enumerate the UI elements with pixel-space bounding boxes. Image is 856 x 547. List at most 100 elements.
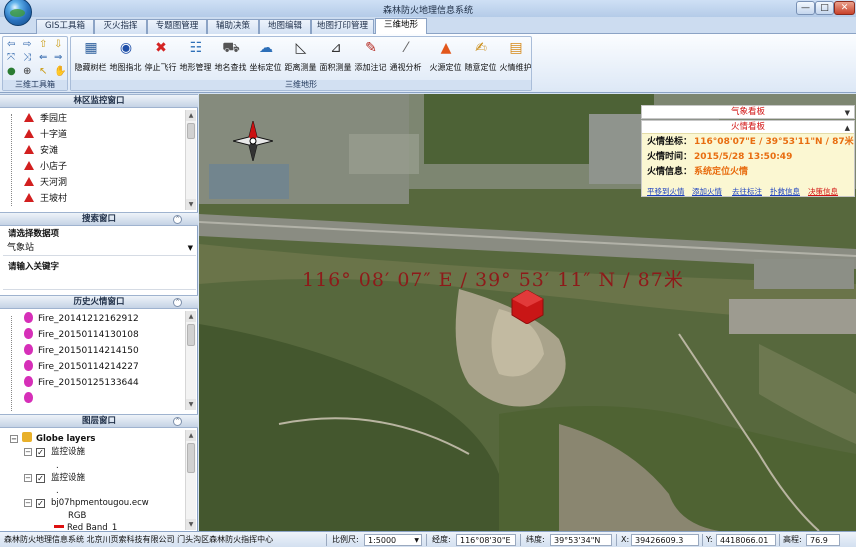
layer-item[interactable]: − ✓ 监控设施	[24, 446, 85, 459]
layer-root[interactable]: − Globe layers	[10, 432, 95, 445]
place-search-icon: ⛟	[222, 40, 240, 56]
zoom-out-full-icon[interactable]: ⤧	[7, 53, 15, 63]
scale-select[interactable]: 1:5000 ▼	[364, 534, 422, 546]
scroll-down-icon[interactable]: ▼	[186, 519, 196, 530]
layer-checkbox[interactable]: ✓	[36, 448, 45, 457]
scroll-up-icon[interactable]: ▲	[186, 430, 196, 441]
hand-pan-icon[interactable]: ✋	[54, 67, 66, 77]
tab-decision-support[interactable]: 辅助决策	[207, 19, 259, 34]
scroll-thumb[interactable]	[187, 443, 195, 473]
scroll-down-icon[interactable]: ▼	[186, 199, 196, 210]
history-fire-item[interactable]: Fire_20150114214227	[14, 360, 139, 375]
area-measure-button[interactable]: ⊿ 面积测量	[318, 39, 353, 79]
pan-down-icon[interactable]: ⇩	[54, 40, 62, 50]
pan-left-icon[interactable]: ⇦	[7, 40, 15, 50]
north-up-button[interactable]: ◉ 地图指北	[108, 39, 143, 79]
history-scrollbar[interactable]: ▲ ▼	[185, 311, 196, 410]
history-fire-item[interactable]: Fire_20150114130108	[14, 328, 139, 343]
collapse-icon[interactable]: ⌃	[173, 417, 182, 426]
monitor-item[interactable]: 小店子	[14, 160, 67, 175]
rotate-right-icon[interactable]: ⇒	[54, 53, 62, 63]
collapse-tree-icon[interactable]: −	[10, 435, 18, 443]
window-title: 森林防火地理信息系统	[382, 6, 473, 16]
fire-board-header[interactable]: 火情看板 ▲	[642, 121, 854, 134]
stop-flight-button[interactable]: ✖ 停止飞行	[143, 39, 178, 79]
fire-maintain-button[interactable]: ▤ 火情维护	[498, 39, 533, 79]
collapse-tree-icon[interactable]: −	[24, 448, 32, 456]
tab-fire-command[interactable]: 灭火指挥	[94, 19, 147, 34]
add-fire-link[interactable]: 添加火情	[692, 186, 722, 197]
hide-tree-button[interactable]: ▦ 隐藏树栏	[73, 39, 108, 79]
rescue-info-link[interactable]: 扑救信息	[770, 186, 800, 197]
tab-3d-terrain[interactable]: 三维地形	[375, 18, 427, 35]
scroll-up-icon[interactable]: ▲	[186, 110, 196, 121]
scroll-thumb[interactable]	[187, 123, 195, 139]
rotate-left-icon[interactable]: ⇐	[39, 53, 47, 63]
monitor-item[interactable]: 天河洞	[14, 176, 67, 191]
sightline-analysis-button[interactable]: ⁄ 通视分析	[388, 39, 423, 79]
3d-map-view[interactable]: 116° 08′ 07″ E / 39° 53′ 11″ N / 87米 气象看…	[199, 94, 856, 531]
tab-map-print[interactable]: 地图打印管理	[311, 19, 374, 34]
scroll-up-icon[interactable]: ▲	[186, 311, 196, 322]
coordinate-locate-button[interactable]: ☁ 坐标定位	[248, 39, 283, 79]
goto-marker-link[interactable]: 去往标注	[732, 186, 762, 197]
place-search-button[interactable]: ⛟ 地名查找	[213, 39, 248, 79]
tab-gis-toolbox[interactable]: GIS工具箱	[36, 19, 94, 34]
history-fire-item[interactable]: Fire_20150125133644	[14, 376, 139, 391]
collapse-icon[interactable]: ⌃	[173, 298, 182, 307]
keyword-input[interactable]	[3, 275, 196, 290]
layer-item[interactable]: − ✓ 监控设施	[24, 472, 85, 485]
tab-thematic-map[interactable]: 专题图管理	[147, 19, 207, 34]
monitor-item[interactable]: 十字道	[14, 128, 67, 143]
minimize-button[interactable]: —	[796, 1, 815, 15]
fire-locate-button[interactable]: ▲ 火源定位	[428, 39, 463, 79]
maximize-button[interactable]: □	[815, 1, 834, 15]
area-icon: ⊿	[330, 40, 342, 56]
free-locate-icon: ✍	[475, 40, 487, 56]
scroll-thumb[interactable]	[187, 324, 195, 346]
zoom-icon[interactable]: ⊕	[23, 67, 31, 77]
pan-right-icon[interactable]: ⇨	[23, 40, 31, 50]
chevron-down-icon[interactable]: ▼	[414, 535, 419, 546]
history-fire-item[interactable]: Fire_20141212162912	[14, 312, 139, 327]
decision-info-link[interactable]: 决策信息	[808, 186, 838, 197]
chevron-down-icon[interactable]: ▼	[188, 241, 193, 256]
collapse-icon[interactable]: ⌃	[173, 215, 182, 224]
monitor-scrollbar[interactable]: ▲ ▼	[185, 110, 196, 210]
monitor-item[interactable]: 安滩	[14, 144, 58, 159]
tab-map-edit[interactable]: 地图编辑	[259, 19, 311, 34]
layer-checkbox[interactable]: ✓	[36, 474, 45, 483]
zoom-in-full-icon[interactable]: ⤨	[23, 53, 31, 63]
layer-item[interactable]: − ✓ bj07hpmentougou.ecw	[24, 497, 149, 510]
pan-up-icon[interactable]: ⇧	[39, 40, 47, 50]
globe-icon[interactable]: ●	[7, 67, 16, 77]
free-locate-button[interactable]: ✍ 随意定位	[463, 39, 498, 79]
close-button[interactable]: ✕	[834, 1, 855, 15]
collapse-arrow-icon[interactable]: ▲	[845, 122, 850, 134]
fire-drop-icon	[24, 376, 33, 387]
distance-measure-button[interactable]: ◺ 距离测量	[283, 39, 318, 79]
monitor-item[interactable]: 季园庄	[14, 112, 67, 127]
add-annotation-button[interactable]: ✎ 添加注记	[353, 39, 388, 79]
fire-locate-icon: ▲	[440, 40, 452, 56]
terrain-manage-button[interactable]: ☷ 地形管理	[178, 39, 213, 79]
scroll-down-icon[interactable]: ▼	[186, 399, 196, 410]
warning-triangle-icon	[24, 129, 34, 138]
history-fire-item[interactable]: Fire_20150114214150	[14, 344, 139, 359]
monitor-item[interactable]: 王坡村	[14, 192, 67, 207]
fire-marker-icon[interactable]	[510, 290, 545, 324]
layers-scrollbar[interactable]: ▲ ▼	[185, 430, 196, 530]
compass-rose-icon[interactable]	[233, 121, 273, 161]
data-item-select[interactable]: 气象站 ▼	[3, 241, 196, 256]
pan-to-fire-link[interactable]: 平移到火情	[647, 186, 685, 197]
layers-window-header: 图层窗口 ⌃	[0, 414, 198, 428]
collapse-tree-icon[interactable]: −	[24, 499, 32, 507]
expand-arrow-icon[interactable]: ▼	[845, 107, 850, 119]
fire-drop-icon	[24, 312, 33, 323]
collapse-tree-icon[interactable]: −	[24, 474, 32, 482]
history-fire-item[interactable]	[14, 392, 38, 407]
select-icon[interactable]: ↖	[39, 67, 47, 77]
layer-checkbox[interactable]: ✓	[36, 499, 45, 508]
fire-maintain-icon: ▤	[509, 40, 523, 56]
weather-board-header[interactable]: 气象看板 ▼	[641, 105, 855, 119]
